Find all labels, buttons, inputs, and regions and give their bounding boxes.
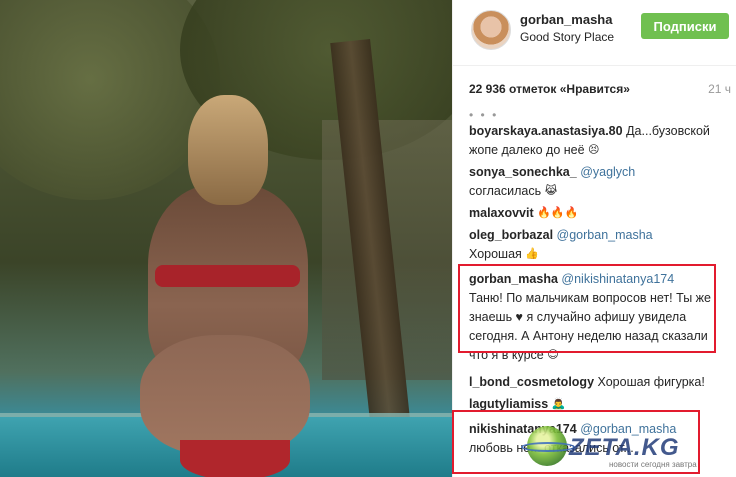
follow-button[interactable]: Подписки bbox=[641, 13, 729, 39]
comment-item: boyarskaya.anastasiya.80 Да...бузовской … bbox=[469, 122, 729, 160]
swimsuit-top bbox=[155, 265, 300, 287]
comment-item: gorban_masha @nikishinatanya174 Таню! По… bbox=[469, 270, 729, 365]
thumbs-up-icon: 👍 bbox=[525, 248, 539, 261]
comment-username[interactable]: boyarskaya.anastasiya.80 bbox=[469, 124, 623, 138]
fire-icon: 🔥🔥🔥 bbox=[537, 207, 579, 220]
likes-count[interactable]: 22 936 отметок «Нравится» bbox=[469, 82, 630, 96]
figure-hair bbox=[188, 95, 268, 205]
author-username[interactable]: gorban_masha bbox=[520, 12, 612, 27]
comment-item: l_bond_cosmetology Хорошая фигурка! bbox=[469, 373, 729, 392]
watermark-brand: ZETA.KG bbox=[569, 434, 680, 461]
post-header: gorban_masha Good Story Place Подписки bbox=[453, 0, 736, 66]
post-time[interactable]: 21 ч bbox=[708, 82, 731, 96]
smile-icon: 😊 bbox=[547, 349, 559, 362]
swimsuit-bottom bbox=[180, 440, 290, 477]
comment-username[interactable]: malaxovvit bbox=[469, 206, 534, 220]
comment-text: согласилась bbox=[469, 184, 542, 198]
comment-item: oleg_borbazal @gorban_masha Хорошая 👍 bbox=[469, 226, 729, 264]
comment-text: Хорошая фигурка! bbox=[597, 375, 705, 389]
figure-hips bbox=[140, 335, 310, 455]
emoji-icon: 😣 bbox=[588, 144, 600, 157]
watermark-tagline: новости сегодня завтра bbox=[609, 460, 697, 469]
comment-username[interactable]: oleg_borbazal bbox=[469, 228, 553, 242]
likes-row: 22 936 отметок «Нравится» 21 ч bbox=[469, 80, 731, 98]
load-more-comments[interactable]: • • • bbox=[469, 108, 498, 122]
bowing-icon: 🙇‍♂ bbox=[551, 398, 566, 411]
comment-mention[interactable]: @yaglych bbox=[580, 165, 635, 179]
emoji-icon: 😹 bbox=[544, 185, 558, 198]
comment-username[interactable]: gorban_masha bbox=[469, 272, 558, 286]
comment-item: lagutyliamiss 🙇‍♂ bbox=[469, 395, 729, 414]
person-figure bbox=[140, 95, 330, 477]
watermark-logo: ZETA.KG новости сегодня завтра bbox=[521, 420, 736, 475]
comment-text: Хорошая bbox=[469, 247, 522, 261]
comments-list: boyarskaya.anastasiya.80 Да...бузовской … bbox=[469, 122, 729, 460]
comment-username[interactable]: lagutyliamiss bbox=[469, 397, 548, 411]
comment-item: malaxovvit 🔥🔥🔥 bbox=[469, 204, 729, 223]
comment-username[interactable]: sonya_sonechka_ bbox=[469, 165, 577, 179]
comment-username[interactable]: l_bond_cosmetology bbox=[469, 375, 594, 389]
post-sidebar: gorban_masha Good Story Place Подписки 2… bbox=[452, 0, 736, 477]
location-label[interactable]: Good Story Place bbox=[520, 30, 614, 44]
comment-item: sonya_sonechka_ @yaglych согласилась 😹 bbox=[469, 163, 729, 201]
orbit-ring bbox=[521, 442, 575, 452]
comment-text: Таню! По мальчикам вопросов нет! Ты же з… bbox=[469, 291, 711, 362]
comment-mention[interactable]: @nikishinatanya174 bbox=[561, 272, 674, 286]
avatar[interactable] bbox=[471, 10, 511, 50]
post-photo[interactable] bbox=[0, 0, 452, 477]
comment-mention[interactable]: @gorban_masha bbox=[557, 228, 653, 242]
